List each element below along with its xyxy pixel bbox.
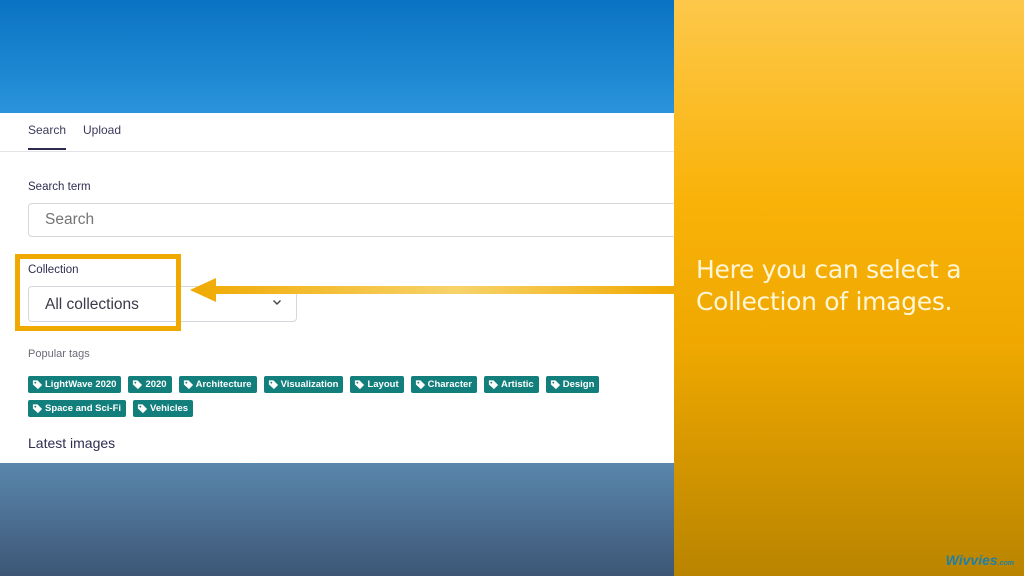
tag-label: Layout (367, 379, 399, 390)
collection-label: Collection (28, 264, 79, 276)
tag-chip[interactable]: Space and Sci-Fi (28, 400, 127, 417)
tag-icon (488, 380, 499, 390)
brand-name: Wivvies (945, 552, 998, 568)
tag-icon (137, 404, 148, 414)
collection-select[interactable]: All collections (28, 286, 297, 322)
tab-upload[interactable]: Upload (83, 123, 121, 148)
tag-label: Artistic (500, 379, 534, 390)
tag-label: Character (427, 379, 472, 390)
search-term-label: Search term (28, 181, 91, 193)
chevron-down-icon (273, 300, 281, 305)
tag-chip[interactable]: Visualization (263, 376, 344, 393)
brand-suffix: .com (997, 560, 1014, 567)
tag-icon (415, 380, 425, 390)
latest-images-heading: Latest images (28, 435, 116, 451)
tag-chip[interactable]: LightWave 2020 (28, 376, 122, 393)
search-panel: Search Upload Search term Collection All… (0, 113, 688, 463)
tag-icon (133, 380, 143, 390)
tag-icon (550, 380, 560, 390)
tag-label: Visualization (280, 379, 339, 390)
tag-icon (32, 404, 43, 414)
tag-icon (355, 380, 365, 390)
tab-bar: Search Upload (0, 113, 674, 152)
tab-search[interactable]: Search (28, 123, 67, 150)
tag-chip[interactable]: Artistic (483, 376, 539, 393)
search-input[interactable] (28, 203, 688, 237)
popular-tags-label: Popular tags (28, 348, 90, 360)
tag-chip[interactable]: Architecture (178, 376, 257, 393)
tag-icon (32, 380, 43, 390)
tag-chip[interactable]: Vehicles (133, 400, 194, 417)
tag-chip[interactable]: Character (410, 376, 477, 393)
tag-label: Design (562, 379, 595, 390)
collection-selected-value: All collections (45, 296, 139, 313)
tag-label: 2020 (145, 379, 167, 390)
tutorial-sidebar: Here you can select a Collection of imag… (674, 0, 1024, 576)
tag-chip[interactable]: 2020 (128, 376, 172, 393)
popular-tags-list: LightWave 2020 2020 Architecture Visualizat… (28, 376, 668, 424)
callout-text: Here you can select a Collection of imag… (696, 255, 962, 316)
tag-chip[interactable]: Design (545, 376, 600, 393)
tag-label: LightWave 2020 (45, 379, 117, 390)
tag-icon (183, 380, 193, 390)
tag-chip[interactable]: Layout (350, 376, 404, 393)
brand-logo: Wivvies.com (946, 552, 1014, 568)
tag-icon (268, 380, 278, 390)
tag-label: Vehicles (150, 403, 189, 414)
header-band (0, 0, 674, 113)
tag-label: Space and Sci-Fi (45, 403, 122, 414)
footer-band (0, 463, 674, 576)
tag-label: Architecture (195, 379, 252, 390)
